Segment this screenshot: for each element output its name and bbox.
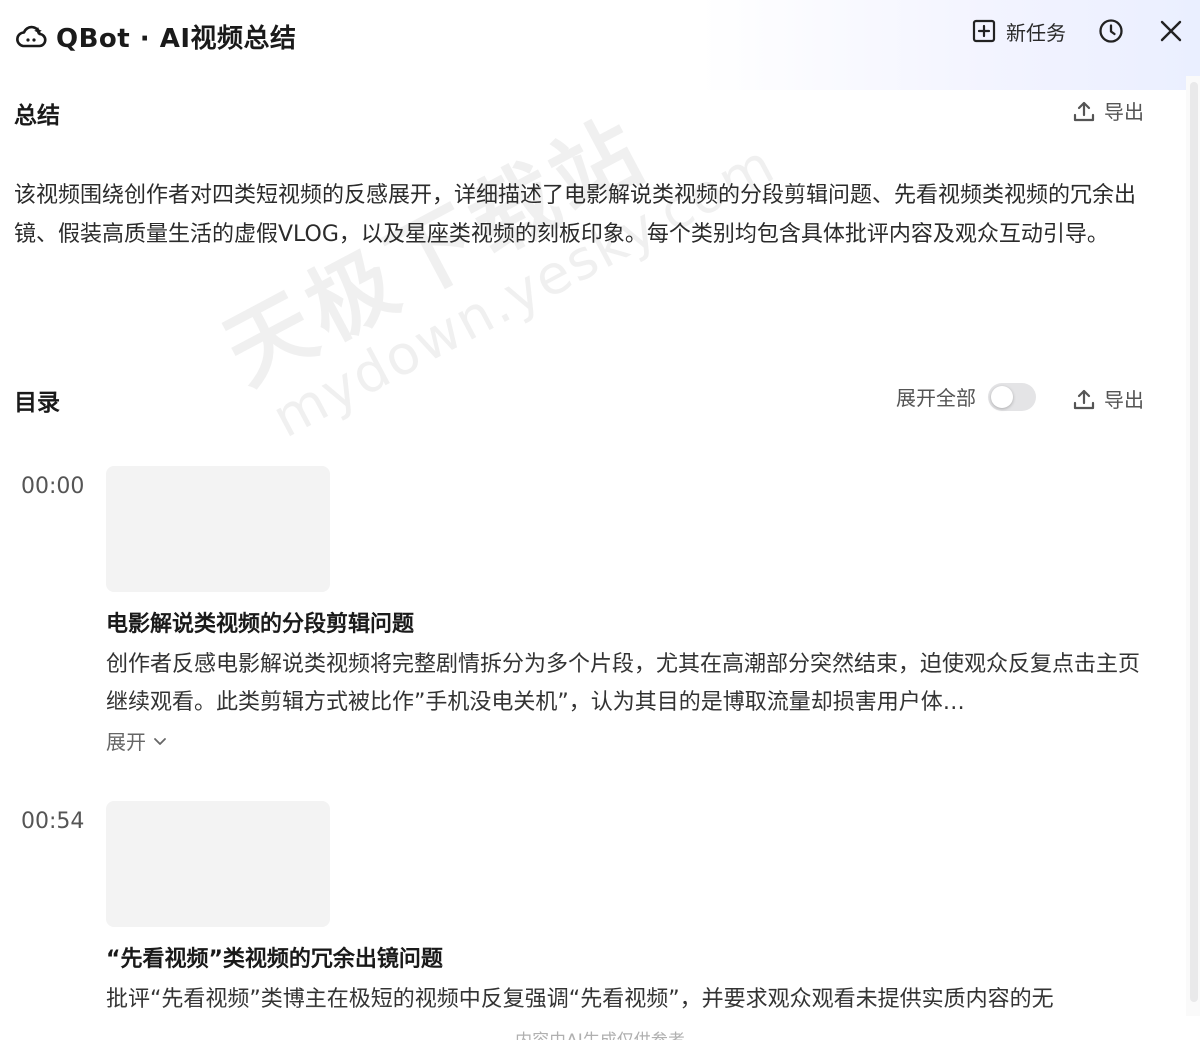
clock-icon — [1099, 19, 1123, 43]
toc-timestamp[interactable]: 00:00 — [21, 474, 84, 499]
toc-item-title: 电影解说类视频的分段剪辑问题 — [106, 612, 415, 637]
toc-item: 00:00 电影解说类视频的分段剪辑问题 创作者反感电影解说类视频将完整剧情拆分… — [0, 466, 1170, 766]
ai-disclaimer: 内容由AI生成仅供参考 — [0, 1026, 1200, 1040]
summary-export-button[interactable]: 导出 — [1072, 96, 1144, 125]
history-button[interactable] — [1096, 16, 1126, 46]
scrollbar-thumb[interactable] — [1190, 82, 1198, 1002]
toc-item-desc: 创作者反感电影解说类视频将完整剧情拆分为多个片段，尤其在高潮部分突然结束，迫使观… — [106, 652, 1141, 715]
qbot-cloud-icon — [16, 25, 47, 47]
summary-export-label: 导出 — [1104, 100, 1144, 124]
add-square-icon — [972, 19, 996, 43]
toc-export-label: 导出 — [1104, 388, 1144, 412]
toc-controls: 展开全部 — [896, 382, 1036, 411]
toc-timestamp[interactable]: 00:54 — [21, 809, 84, 834]
toc-expand-label: 展开 — [106, 730, 146, 754]
upload-icon — [1073, 389, 1095, 409]
expand-all-label: 展开全部 — [896, 386, 976, 410]
video-thumbnail[interactable] — [106, 801, 330, 927]
header-bar: QBot · AI视频总结 新任务 — [0, 0, 1200, 72]
chevron-down-icon — [154, 737, 166, 745]
new-task-label: 新任务 — [1006, 20, 1066, 45]
toc-item-title: “先看视频”类视频的冗余出镜问题 — [106, 947, 443, 972]
toc-title: 目录 — [14, 390, 60, 416]
toc-export-button[interactable]: 导出 — [1072, 384, 1144, 413]
brand: QBot · AI视频总结 — [14, 18, 297, 55]
toc-item: 00:54 “先看视频”类视频的冗余出镜问题 批评“先看视频”类博主在极短的视频… — [0, 801, 1170, 1031]
close-icon — [1160, 20, 1182, 42]
close-button[interactable] — [1156, 16, 1186, 46]
header-actions: 新任务 — [972, 16, 1186, 46]
new-task-button[interactable]: 新任务 — [972, 17, 1066, 46]
toggle-knob — [991, 385, 1013, 408]
upload-icon — [1073, 101, 1095, 121]
app-title: QBot · AI视频总结 — [56, 24, 297, 54]
toc-expand-button[interactable]: 展开 — [106, 726, 168, 755]
expand-all-toggle[interactable] — [988, 382, 1036, 411]
watermark: 天极下载站 mydown.yesky.com — [140, 29, 785, 541]
summary-title: 总结 — [14, 103, 60, 129]
video-thumbnail[interactable] — [106, 466, 330, 592]
summary-text: 该视频围绕创作者对四类短视频的反感展开，详细描述了电影解说类视频的分段剪辑问题、… — [14, 183, 1137, 247]
